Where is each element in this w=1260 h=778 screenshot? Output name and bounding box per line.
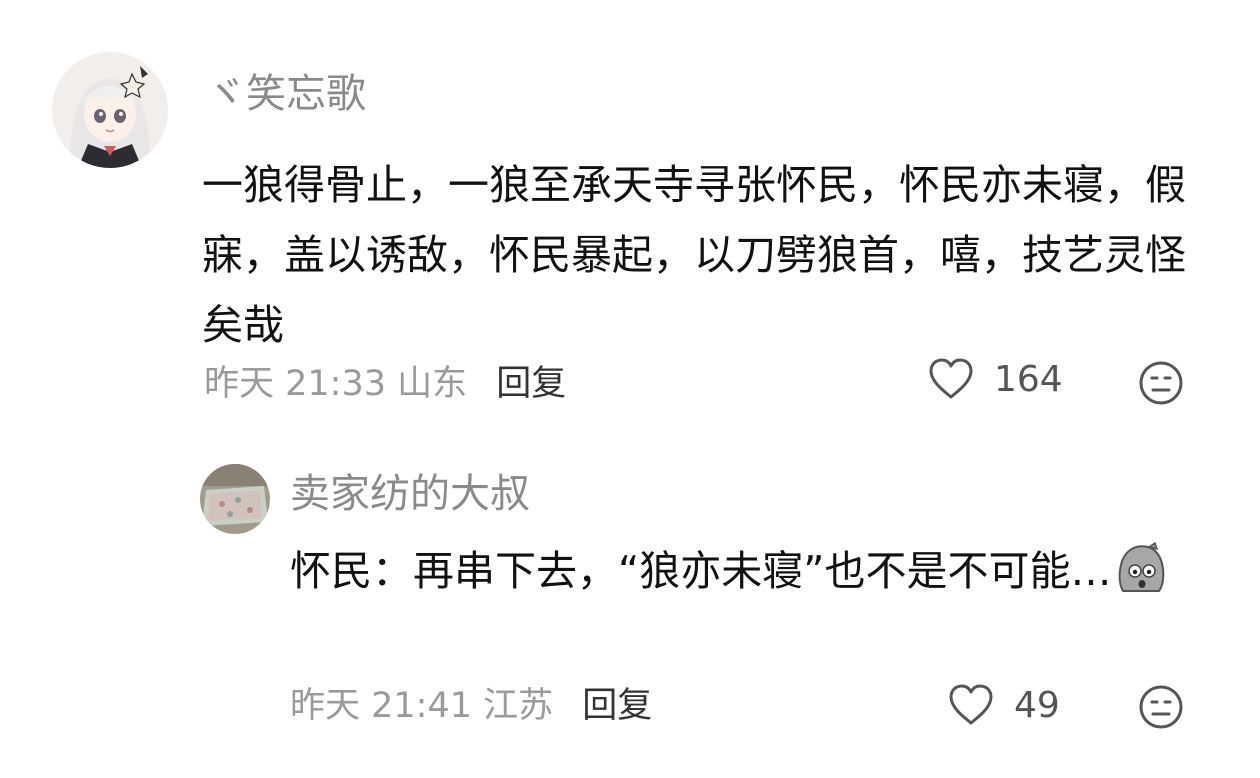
bed-product-avatar-icon <box>200 464 270 534</box>
heart-icon <box>949 684 993 725</box>
like-button[interactable]: 164 <box>928 358 1063 400</box>
username[interactable]: 卖家纺的大叔 <box>290 466 530 522</box>
comment-meta: 昨天 21:41 江苏 回复 <box>290 682 652 730</box>
anime-girl-avatar-icon <box>52 52 168 168</box>
comment-text: 一狼得骨止，一狼至承天寺寻张怀民，怀民亦未寝，假寐，盖以诱敌，怀民暴起，以刀劈狼… <box>202 161 1186 349</box>
like-count: 164 <box>994 358 1063 400</box>
comment-time: 昨天 21:33 <box>204 364 386 404</box>
reply-button[interactable]: 回复 <box>582 686 652 726</box>
like-button[interactable]: 49 <box>948 684 1060 726</box>
comment-text: 怀民：再串下去，“狼亦未寝”也不是不可能… <box>290 536 1180 616</box>
comment-location: 山东 <box>397 364 468 404</box>
comment-text-body: 怀民：再串下去，“狼亦未寝”也不是不可能… <box>290 547 1112 595</box>
heart-icon <box>929 358 973 399</box>
like-count: 49 <box>1014 684 1060 726</box>
comment-time: 昨天 21:41 <box>290 686 472 726</box>
avatar[interactable] <box>52 52 168 168</box>
username[interactable]: ヾ笑忘歌 <box>206 66 366 122</box>
shocked-face-sticker-icon <box>1115 541 1167 616</box>
comment-location: 江苏 <box>483 686 554 726</box>
meh-face-icon[interactable] <box>1137 683 1185 731</box>
comment-meta: 昨天 21:33 山东 回复 <box>204 360 566 408</box>
meh-face-icon[interactable] <box>1137 359 1185 407</box>
avatar[interactable] <box>200 464 270 534</box>
reply-button[interactable]: 回复 <box>496 364 566 404</box>
